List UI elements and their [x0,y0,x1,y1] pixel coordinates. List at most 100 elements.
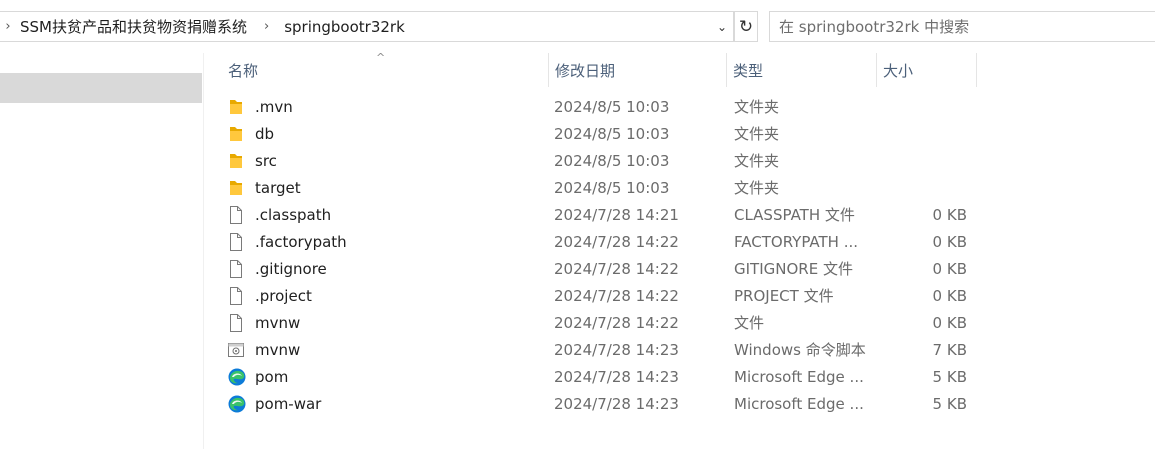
file-name-cell[interactable]: pom [228,363,548,390]
folder-icon [228,152,244,170]
file-type: CLASSPATH 文件 [734,206,855,224]
column-size-label: 大小 [883,61,914,80]
file-icon [228,286,244,305]
file-type: Microsoft Edge ... [734,367,864,386]
file-row[interactable]: .classpath 2024/7/28 14:21 CLASSPATH 文件 0 K… [204,201,1155,228]
file-icon [228,205,244,224]
file-date: 2024/8/5 10:03 [554,97,670,116]
folder-icon [228,179,244,197]
file-size [884,93,967,120]
file-icon [228,313,244,332]
address-toolbar: › SSM扶贫产品和扶贫物资捐赠系统 › springbootr32rk ⌄ ↻… [0,0,1155,53]
file-row[interactable]: src 2024/8/5 10:03 文件夹 [204,147,1155,174]
folder-icon [228,98,244,116]
file-size: 7 KB [932,340,967,359]
file-name: .classpath [255,205,332,224]
file-type: Microsoft Edge ... [734,394,864,413]
refresh-button[interactable]: ↻ [734,11,758,42]
file-row[interactable]: target 2024/8/5 10:03 文件夹 [204,174,1155,201]
file-name: pom [255,367,289,386]
file-date: 2024/8/5 10:03 [554,151,670,170]
file-name-cell[interactable]: target [228,174,548,201]
file-type: 文件夹 [734,179,780,197]
navigation-pane [0,53,204,449]
breadcrumb-current[interactable]: springbootr32rk [284,18,405,36]
edge-icon [228,368,246,386]
file-row[interactable]: mvnw 2024/7/28 14:23 Windows 命令脚本 7 KB [204,336,1155,363]
column-size-header[interactable]: 大小 [877,53,977,87]
refresh-icon: ↻ [738,16,754,37]
column-date-header[interactable]: 修改日期 [549,53,727,87]
file-date: 2024/7/28 14:22 [554,259,679,278]
file-name: src [255,151,277,170]
file-size: 5 KB [932,367,967,386]
file-name-cell[interactable]: db [228,120,548,147]
file-name: target [255,178,301,197]
file-row[interactable]: .factorypath 2024/7/28 14:22 FACTORYPATH .… [204,228,1155,255]
file-name-cell[interactable]: mvnw [228,309,548,336]
file-name-cell[interactable]: .classpath [228,201,548,228]
file-date: 2024/7/28 14:21 [554,205,679,224]
file-size: 0 KB [932,232,967,251]
edge-icon [228,395,246,413]
file-name: .gitignore [255,259,327,278]
file-list: .mvn 2024/8/5 10:03 文件夹 db 2024/8/5 10:03 文件夹… [204,93,1155,417]
file-size: 5 KB [932,394,967,413]
column-name-header[interactable]: 名称 [222,53,549,87]
file-row[interactable]: .project 2024/7/28 14:22 PROJECT 文件 0 KB [204,282,1155,309]
folder-icon [228,125,244,143]
file-row[interactable]: pom 2024/7/28 14:23 Microsoft Edge ... 5 KB [204,363,1155,390]
chevron-right-icon[interactable]: › [264,19,269,34]
file-type: 文件夹 [734,98,780,116]
file-size: 0 KB [932,286,967,305]
breadcrumb-parent[interactable]: SSM扶贫产品和扶贫物资捐赠系统 [20,16,247,37]
file-name-cell[interactable]: mvnw [228,336,548,363]
column-type-header[interactable]: 类型 [727,53,877,87]
file-date: 2024/8/5 10:03 [554,178,670,197]
file-type: 文件夹 [734,125,780,143]
file-name: mvnw [255,340,301,359]
file-name-cell[interactable]: .gitignore [228,255,548,282]
search-placeholder: 在 springbootr32rk 中搜索 [779,18,970,36]
file-date: 2024/7/28 14:22 [554,232,679,251]
file-date: 2024/7/28 14:23 [554,367,679,386]
file-row[interactable]: db 2024/8/5 10:03 文件夹 [204,120,1155,147]
file-name: mvnw [255,313,301,332]
file-type: FACTORYPATH ... [734,232,859,251]
file-name-cell[interactable]: .factorypath [228,228,548,255]
file-row[interactable]: .mvn 2024/8/5 10:03 文件夹 [204,93,1155,120]
chevron-down-icon[interactable]: ⌄ [711,12,733,41]
file-name: pom-war [255,394,322,413]
file-row[interactable]: pom-war 2024/7/28 14:23 Microsoft Edge ...… [204,390,1155,417]
file-name-cell[interactable]: .mvn [228,93,548,120]
chevron-right-icon[interactable]: › [0,19,16,34]
file-row[interactable]: .gitignore 2024/7/28 14:22 GITIGNORE 文件 0 K… [204,255,1155,282]
column-header: ^ 名称 修改日期 类型 大小 [204,51,1155,89]
file-icon [228,232,244,251]
file-name-cell[interactable]: .project [228,282,548,309]
file-size: 0 KB [932,205,967,224]
file-type: 文件 [734,314,765,332]
file-type: Windows 命令脚本 [734,341,866,359]
address-bar[interactable]: › SSM扶贫产品和扶贫物资捐赠系统 › springbootr32rk ⌄ [0,11,734,42]
file-size [884,174,967,201]
nav-selected-item[interactable] [0,73,202,103]
file-row[interactable]: mvnw 2024/7/28 14:22 文件 0 KB [204,309,1155,336]
file-date: 2024/7/28 14:22 [554,313,679,332]
file-size [884,120,967,147]
search-input[interactable]: 在 springbootr32rk 中搜索 [769,11,1155,42]
file-icon [228,259,244,278]
file-size: 0 KB [932,259,967,278]
file-name: db [255,124,275,143]
file-date: 2024/7/28 14:23 [554,394,679,413]
file-name-cell[interactable]: src [228,147,548,174]
column-date-label: 修改日期 [555,61,616,80]
file-date: 2024/7/28 14:22 [554,286,679,305]
column-type-label: 类型 [733,61,764,80]
file-size: 0 KB [932,313,967,332]
file-name-cell[interactable]: pom-war [228,390,548,417]
column-name-label: 名称 [228,61,259,80]
file-name: .project [255,286,312,305]
file-name: .factorypath [255,232,347,251]
file-size [884,147,967,174]
